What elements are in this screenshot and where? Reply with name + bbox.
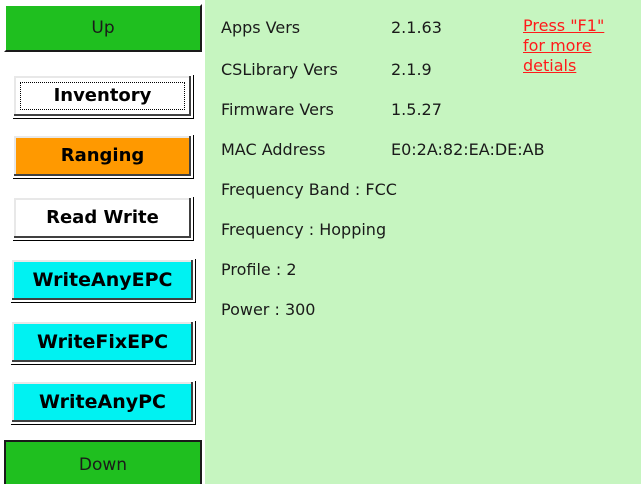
left-menu-panel: Up Inventory Ranging Read Write WriteAny…: [0, 0, 204, 484]
help-line-1: Press "F1": [523, 16, 605, 35]
inventory-button[interactable]: Inventory: [12, 74, 193, 118]
mac-address-label: MAC Address: [221, 140, 326, 159]
help-line-3: detials: [523, 56, 577, 75]
write-any-epc-button[interactable]: WriteAnyEPC: [10, 258, 195, 302]
inventory-label: Inventory: [53, 85, 152, 106]
down-button[interactable]: Down: [4, 440, 202, 484]
frequency-mode: Frequency : Hopping: [221, 220, 387, 239]
read-write-button[interactable]: Read Write: [12, 196, 193, 240]
write-fix-epc-button[interactable]: WriteFixEPC: [10, 320, 195, 364]
help-line-2: for more: [523, 36, 592, 55]
ranging-button[interactable]: Ranging: [12, 134, 193, 178]
read-write-label: Read Write: [46, 207, 159, 228]
mac-address-value: E0:2A:82:EA:DE:AB: [391, 140, 545, 159]
apps-version-label: Apps Vers: [221, 18, 301, 37]
firmware-version-value: 1.5.27: [391, 100, 442, 119]
cslibrary-version-label: CSLibrary Vers: [221, 60, 338, 79]
help-link[interactable]: Press "F1" for more detials: [523, 16, 623, 76]
frequency-band: Frequency Band : FCC: [221, 180, 397, 199]
write-any-pc-label: WriteAnyPC: [39, 391, 166, 413]
up-button[interactable]: Up: [4, 4, 202, 52]
write-fix-epc-label: WriteFixEPC: [36, 331, 169, 353]
profile: Profile : 2: [221, 260, 297, 279]
cslibrary-version-value: 2.1.9: [391, 60, 432, 79]
write-any-pc-button[interactable]: WriteAnyPC: [10, 380, 195, 424]
write-any-epc-label: WriteAnyEPC: [32, 269, 173, 291]
info-panel: Apps Vers 2.1.63 CSLibrary Vers 2.1.9 Fi…: [205, 0, 641, 484]
power: Power : 300: [221, 300, 316, 319]
firmware-version-label: Firmware Vers: [221, 100, 334, 119]
ranging-label: Ranging: [60, 145, 145, 166]
apps-version-value: 2.1.63: [391, 18, 442, 37]
